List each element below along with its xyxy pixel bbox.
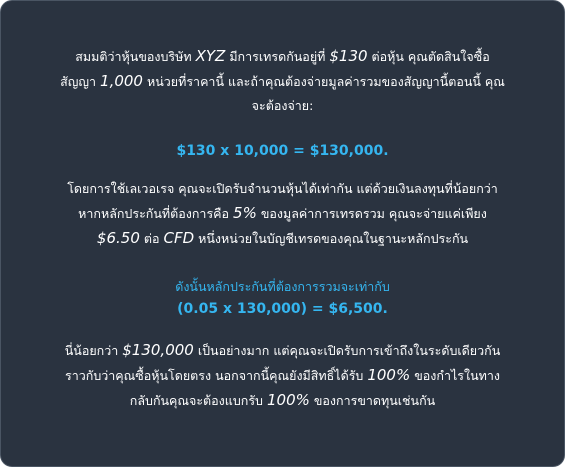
intro-line-3: จะต้องจ่าย:: [251, 98, 314, 113]
full-contract-value: $130,000: [122, 341, 194, 359]
leverage-line-3: $6.50 ต่อ CFD หนึ่งหน่วยในบัญชีเทรดของคุ…: [96, 229, 469, 247]
summary-paragraph: นี่น้อยกว่า $130,000 เป็นอย่างมาก แต่คุณ…: [15, 338, 550, 413]
margin-percent: 5%: [233, 204, 257, 222]
leverage-line-2: หากหลักประกันที่ต้องการคือ 5% ของมูลค่าก…: [78, 204, 487, 222]
summary-line-3: กลับกันคุณจะต้องแบกรับ 100% ของการขาดทุน…: [129, 391, 436, 409]
margin-label: ดังนั้นหลักประกันที่ต้องการรวมจะเท่ากับ: [175, 279, 390, 294]
company-name: XYZ: [195, 47, 226, 65]
loss-share: 100%: [266, 391, 310, 409]
intro-line-1: สมมติว่าหุ้นของบริษัท XYZ มีการเทรดกันอย…: [75, 47, 490, 65]
summary-line-2: ราวกับว่าคุณซื้อหุ้นโดยตรง นอกจากนี้คุณย…: [65, 366, 500, 384]
margin-formula: (0.05 x 130,000) = $6,500.: [177, 301, 388, 317]
summary-line-1: นี่น้อยกว่า $130,000 เป็นอย่างมาก แต่คุณ…: [64, 341, 501, 359]
intro-paragraph: สมมติว่าหุ้นของบริษัท XYZ มีการเทรดกันอย…: [15, 44, 550, 118]
contract-units: 1,000: [100, 72, 143, 90]
intro-line-2: สัญญา 1,000 หน่วยที่ราคานี้ และถ้าคุณต้อ…: [60, 72, 505, 90]
cfd-term: CFD: [163, 229, 195, 247]
share-price: $130: [329, 47, 368, 65]
leverage-line-1: โดยการใช้เลเวอเรจ คุณจะเปิดรับจำนวนหุ้นไ…: [67, 181, 498, 196]
margin-per-unit: $6.50: [96, 229, 140, 247]
full-value-formula: $130 x 10,000 = $130,000.: [176, 143, 389, 159]
leverage-example-card: สมมติว่าหุ้นของบริษัท XYZ มีการเทรดกันอย…: [0, 0, 565, 467]
leverage-paragraph: โดยการใช้เลเวอเรจ คุณจะเปิดรับจำนวนหุ้นไ…: [15, 177, 550, 251]
profit-share: 100%: [367, 366, 411, 384]
